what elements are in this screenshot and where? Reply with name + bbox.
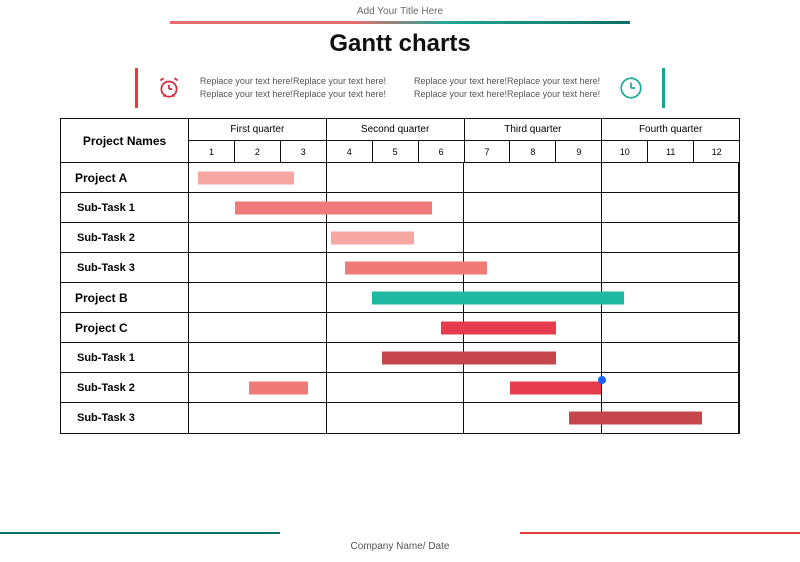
footer-text: Company Name/ Date <box>0 541 800 552</box>
gantt-track <box>189 283 739 312</box>
accent-bar-left <box>135 68 138 108</box>
milestone-dot-icon <box>598 376 606 384</box>
gantt-track <box>189 313 739 342</box>
col-header-m9: 9 <box>556 141 602 162</box>
table-row: Sub-Task 2 <box>61 373 739 403</box>
gantt-bar <box>569 412 702 425</box>
info-strip: Replace your text here!Replace your text… <box>0 68 800 108</box>
table-row: Sub-Task 2 <box>61 223 739 253</box>
row-label: Project A <box>61 163 189 192</box>
col-header-m3: 3 <box>281 141 327 162</box>
gantt-bar <box>372 291 624 304</box>
table-row: Sub-Task 3 <box>61 403 739 433</box>
page-title: Gantt charts <box>0 30 800 58</box>
table-row: Sub-Task 1 <box>61 343 739 373</box>
info-text: Replace your text here!Replace your text… <box>200 75 600 100</box>
header-gradient-rule <box>170 21 630 24</box>
info-right-line1: Replace your text here!Replace your text… <box>414 75 600 88</box>
gantt-chart: Project Names First quarter Second quart… <box>60 118 740 434</box>
gantt-track <box>189 403 739 433</box>
table-row: Project B <box>61 283 739 313</box>
col-header-m1: 1 <box>189 141 235 162</box>
gantt-track <box>189 193 739 222</box>
col-header-m12: 12 <box>694 141 739 162</box>
accent-bar-right <box>662 68 665 108</box>
row-label: Sub-Task 2 <box>61 373 189 402</box>
clock-icon <box>618 75 644 101</box>
gantt-track <box>189 373 739 402</box>
col-header-q3: Third quarter <box>465 119 603 140</box>
gantt-bar <box>198 171 294 184</box>
table-row: Sub-Task 3 <box>61 253 739 283</box>
gantt-track <box>189 253 739 282</box>
gantt-bar <box>510 381 602 394</box>
footer-rule <box>0 532 800 534</box>
col-header-m8: 8 <box>510 141 556 162</box>
row-label: Sub-Task 2 <box>61 223 189 252</box>
gantt-bar <box>382 351 556 364</box>
col-header-q4: Fourth quarter <box>602 119 739 140</box>
table-row: Project A <box>61 163 739 193</box>
col-header-m4: 4 <box>327 141 373 162</box>
gantt-track <box>189 163 739 192</box>
row-label: Sub-Task 1 <box>61 193 189 222</box>
gantt-bar <box>249 381 309 394</box>
info-left-line2: Replace your text here!Replace your text… <box>200 88 386 101</box>
col-header-m2: 2 <box>235 141 281 162</box>
col-header-m10: 10 <box>602 141 648 162</box>
info-left-line1: Replace your text here!Replace your text… <box>200 75 386 88</box>
gantt-track <box>189 223 739 252</box>
table-row: Project C <box>61 313 739 343</box>
table-row: Sub-Task 1 <box>61 193 739 223</box>
gantt-track <box>189 343 739 372</box>
col-header-m6: 6 <box>419 141 465 162</box>
info-right-line2: Replace your text here!Replace your text… <box>414 88 600 101</box>
col-header-m11: 11 <box>648 141 694 162</box>
alarm-clock-icon <box>156 75 182 101</box>
col-header-m5: 5 <box>373 141 419 162</box>
row-label: Project B <box>61 283 189 312</box>
top-caption: Add Your Title Here <box>0 0 800 17</box>
gantt-bar <box>331 231 414 244</box>
gantt-bar <box>235 201 432 214</box>
col-header-project-names: Project Names <box>61 119 189 163</box>
col-header-m7: 7 <box>465 141 511 162</box>
row-label: Sub-Task 3 <box>61 253 189 282</box>
gantt-bar <box>345 261 487 274</box>
row-label: Project C <box>61 313 189 342</box>
gantt-bar <box>441 321 556 334</box>
col-header-q1: First quarter <box>189 119 327 140</box>
row-label: Sub-Task 3 <box>61 403 189 433</box>
col-header-q2: Second quarter <box>327 119 465 140</box>
row-label: Sub-Task 1 <box>61 343 189 372</box>
